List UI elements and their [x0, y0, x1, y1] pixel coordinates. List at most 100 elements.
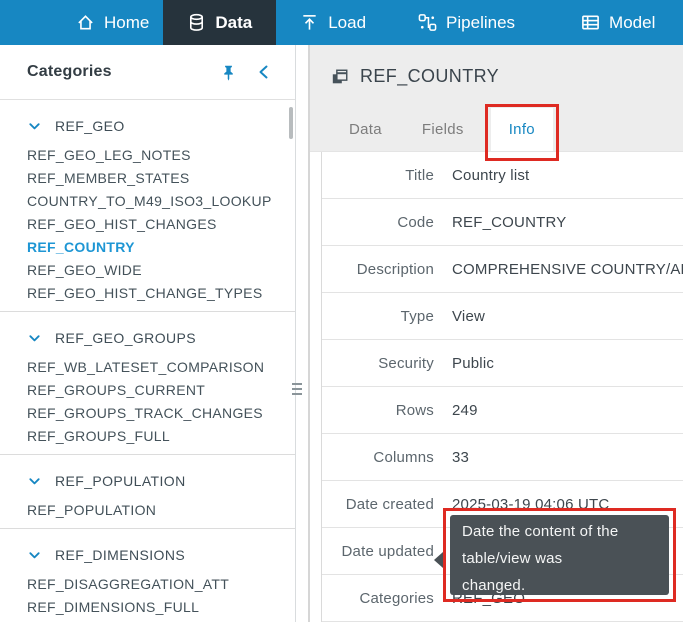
nav-tab-data[interactable]: Data — [163, 0, 276, 45]
nav-tab-load[interactable]: Load — [286, 0, 380, 45]
info-value: View — [444, 308, 683, 325]
info-row-columns: Columns 33 — [322, 434, 683, 481]
tree-group-ref-geo: REF_GEO REF_GEO_LEG_NOTES REF_MEMBER_STA… — [0, 100, 295, 312]
sidebar-title: Categories — [27, 63, 213, 81]
info-label: Date updated — [322, 543, 444, 560]
info-value: COMPREHENSIVE COUNTRY/AREA — [444, 261, 683, 278]
pin-icon — [220, 64, 237, 81]
model-icon — [581, 13, 600, 32]
pin-button[interactable] — [213, 57, 243, 87]
info-row-title: Title Country list — [322, 152, 683, 199]
info-label: Code — [322, 214, 444, 231]
panel-resizer-gutter — [297, 45, 308, 622]
tree-item[interactable]: REF_MEMBER_STATES — [0, 167, 295, 190]
tree-item[interactable]: REF_POPULATION — [0, 499, 295, 522]
info-row-security: Security Public — [322, 340, 683, 387]
tree-group-ref-population: REF_POPULATION REF_POPULATION — [0, 455, 295, 529]
info-value: Country list — [444, 167, 683, 184]
tree-item[interactable]: REF_GEO_HIST_CHANGES — [0, 213, 295, 236]
nav-label-home: Home — [104, 13, 149, 33]
tree-item[interactable]: REF_GEO_LEG_NOTES — [0, 144, 295, 167]
tree-item[interactable]: REF_GEO_HIST_CHANGE_TYPES — [0, 282, 295, 305]
nav-label-load: Load — [328, 13, 366, 33]
tree-items: REF_GEO_LEG_NOTES REF_MEMBER_STATES COUN… — [0, 140, 295, 305]
tree-item[interactable]: REF_DISAGGREGATION_ATT — [0, 573, 295, 596]
nav-tab-home[interactable]: Home — [62, 0, 163, 45]
info-value: Public — [444, 355, 683, 372]
tree-item[interactable]: REF_GROUPS_CURRENT — [0, 379, 295, 402]
tree-items: REF_POPULATION — [0, 495, 295, 522]
database-icon — [187, 13, 206, 32]
panel-resize-grip[interactable] — [292, 383, 302, 398]
tab-label: Info — [509, 121, 535, 138]
sidebar-header: Categories — [0, 45, 295, 100]
page-title: REF_COUNTRY — [360, 66, 499, 87]
tree-group-header-ref-dimensions[interactable]: REF_DIMENSIONS — [0, 541, 295, 569]
tree-group-ref-dimensions: REF_DIMENSIONS REF_DISAGGREGATION_ATT RE… — [0, 529, 295, 622]
tooltip-arrow — [434, 552, 443, 568]
detail-tabbar: Data Fields Info — [310, 108, 683, 152]
home-icon — [76, 13, 95, 32]
upload-icon — [300, 13, 319, 32]
table-detail-header: REF_COUNTRY — [310, 45, 683, 108]
tree-group-label: REF_GEO — [55, 118, 125, 134]
info-row-description: Description COMPREHENSIVE COUNTRY/AREA — [322, 246, 683, 293]
tree-item[interactable]: REF_WB_LATESET_COMPARISON — [0, 356, 295, 379]
sidebar-scrollbar-thumb[interactable] — [289, 107, 293, 139]
red-annotation-box-tooltip: Date the content of the table/view was c… — [443, 508, 676, 602]
chevron-left-icon — [256, 64, 272, 80]
info-label: Security — [322, 355, 444, 372]
app-window: Home Data Load Pipelines — [0, 0, 683, 622]
nav-label-model: Model — [609, 13, 655, 33]
info-label: Type — [322, 308, 444, 325]
tooltip-line: Date the content of the — [462, 518, 657, 545]
tab-label: Data — [349, 121, 382, 138]
tab-label: Fields — [422, 121, 464, 138]
info-value: 33 — [444, 449, 683, 466]
nav-tab-pipelines[interactable]: Pipelines — [404, 0, 529, 45]
tree-item[interactable]: REF_GROUPS_FULL — [0, 425, 295, 448]
info-label: Date created — [322, 496, 444, 513]
info-row-code: Code REF_COUNTRY — [322, 199, 683, 246]
tree-group-header-ref-population[interactable]: REF_POPULATION — [0, 467, 295, 495]
chevron-down-icon — [28, 475, 41, 488]
tree-group-label: REF_DIMENSIONS — [55, 547, 185, 563]
collapse-sidebar-button[interactable] — [249, 57, 279, 87]
info-label: Description — [322, 261, 444, 278]
tree-item-selected[interactable]: REF_COUNTRY — [0, 236, 295, 259]
chevron-down-icon — [28, 332, 41, 345]
date-updated-tooltip: Date the content of the table/view was c… — [450, 515, 669, 595]
info-label: Columns — [322, 449, 444, 466]
info-row-type: Type View — [322, 293, 683, 340]
chevron-down-icon — [28, 549, 41, 562]
info-value: REF_COUNTRY — [444, 214, 683, 231]
tab-info[interactable]: Info — [491, 108, 553, 151]
tree-item[interactable]: REF_GROUPS_TRACK_CHANGES — [0, 402, 295, 425]
table-window-icon — [331, 68, 349, 86]
nav-tab-model[interactable]: Model — [567, 0, 669, 45]
nav-label-pipelines: Pipelines — [446, 13, 515, 33]
top-navbar: Home Data Load Pipelines — [0, 0, 683, 45]
tree-group-header-ref-geo[interactable]: REF_GEO — [0, 112, 295, 140]
categories-tree: REF_GEO REF_GEO_LEG_NOTES REF_MEMBER_STA… — [0, 100, 295, 622]
tree-group-header-ref-geo-groups[interactable]: REF_GEO_GROUPS — [0, 324, 295, 352]
tree-group-ref-geo-groups: REF_GEO_GROUPS REF_WB_LATESET_COMPARISON… — [0, 312, 295, 455]
tree-item[interactable]: REF_GEO_WIDE — [0, 259, 295, 282]
tree-items: REF_DISAGGREGATION_ATT REF_DIMENSIONS_FU… — [0, 569, 295, 619]
info-value: 249 — [444, 402, 683, 419]
tree-items: REF_WB_LATESET_COMPARISON REF_GROUPS_CUR… — [0, 352, 295, 448]
chevron-down-icon — [28, 120, 41, 133]
nav-label-data: Data — [215, 13, 252, 33]
tab-data[interactable]: Data — [336, 108, 395, 151]
info-label: Title — [322, 167, 444, 184]
info-label: Rows — [322, 402, 444, 419]
tooltip-line: table/view was — [462, 545, 657, 572]
tree-group-label: REF_POPULATION — [55, 473, 186, 489]
tree-item[interactable]: REF_DIMENSIONS_FULL — [0, 596, 295, 619]
info-row-rows: Rows 249 — [322, 387, 683, 434]
tree-item[interactable]: COUNTRY_TO_M49_ISO3_LOOKUP — [0, 190, 295, 213]
categories-sidebar: Categories REF_GEO REF_GEO_LEG_NOTES — [0, 45, 296, 622]
tree-group-label: REF_GEO_GROUPS — [55, 330, 196, 346]
tab-fields[interactable]: Fields — [409, 108, 477, 151]
tooltip-line: changed. — [462, 572, 657, 599]
